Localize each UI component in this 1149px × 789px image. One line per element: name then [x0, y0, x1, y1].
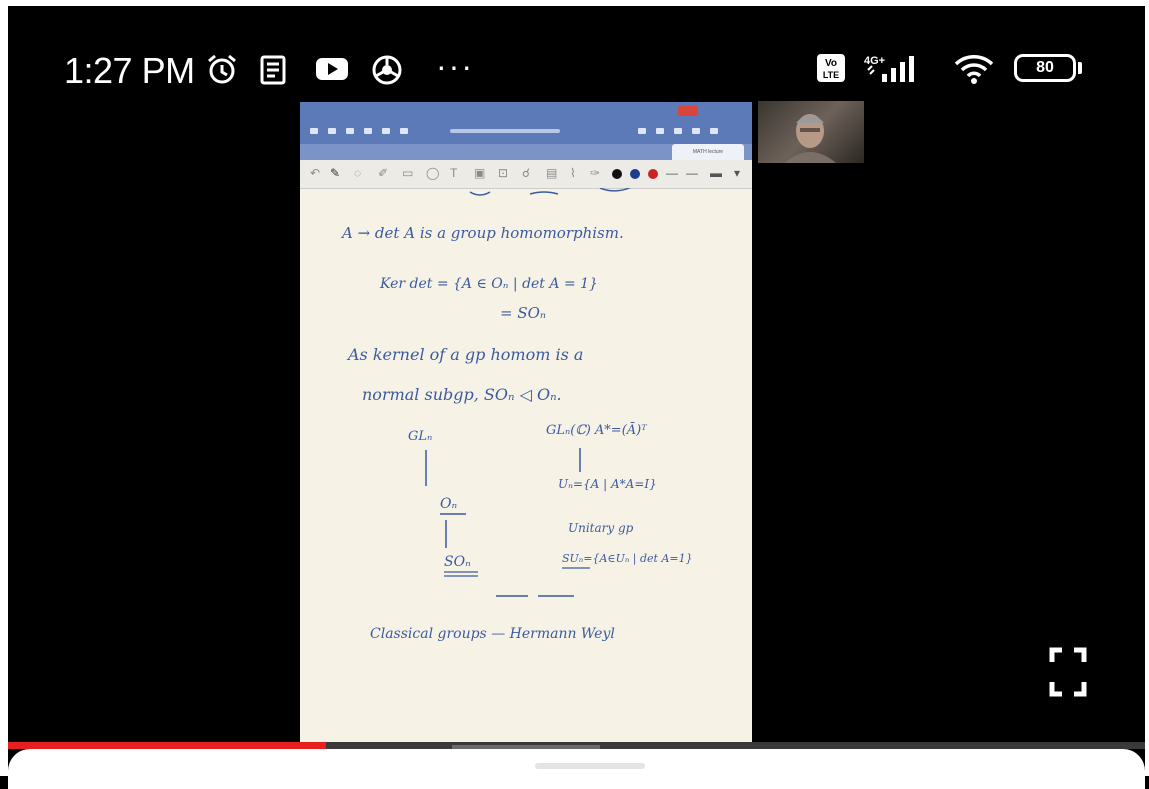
note-line-7: GLₙ(ℂ) A*=(Ā)ᵀ	[546, 422, 647, 438]
bottom-sheet[interactable]	[8, 749, 1145, 789]
eraser-icon: ▭	[402, 166, 414, 180]
alarm-icon	[204, 54, 240, 91]
laser-icon: ☌	[522, 166, 531, 180]
volte-icon: Vo LTE	[815, 52, 847, 89]
color-blue-swatch	[630, 169, 640, 179]
note-line-8: Oₙ	[440, 496, 457, 512]
note-line-11: SOₙ	[444, 554, 471, 570]
frame-edge-right	[1145, 0, 1149, 776]
svg-text:Vo: Vo	[825, 58, 837, 69]
shared-screen: MATH lecture ↶ ✎ ◌ ✐ ▭ ◯ T ▣ ⊡ ☌ ▤ ⌇ ✑ —…	[300, 102, 752, 745]
undo-icon: ↶	[310, 166, 321, 180]
stroke-thick-icon: ▬	[710, 166, 722, 180]
battery-indicator: 80	[1014, 54, 1076, 82]
wifi-icon	[952, 52, 996, 91]
clock: 1:27 PM	[64, 50, 195, 91]
cellular-signal-icon: 4G+	[862, 52, 932, 91]
note-line-6: GLₙ	[408, 429, 432, 444]
frame-edge-left	[0, 0, 8, 776]
more-notifications-icon: ···	[436, 48, 474, 84]
note-line-2: Ker det = {A ∈ Oₙ | det A = 1}	[379, 276, 598, 292]
note-line-5: normal subgp, SOₙ ◁ Oₙ.	[362, 385, 562, 404]
note-line-12: SUₙ={A∈Uₙ | det A=1}	[562, 552, 693, 566]
lasso-icon: ◌	[354, 166, 362, 180]
progress-played	[8, 742, 327, 749]
note-line-1: A → det A is a group homomorphism.	[340, 224, 624, 242]
note-line-9: Uₙ={A | A*A=I}	[558, 477, 657, 491]
recording-indicator	[678, 106, 698, 116]
chevron-down-icon: ▾	[734, 166, 741, 180]
frame-edge-top	[0, 0, 1149, 6]
color-black-swatch	[612, 169, 622, 179]
svg-text:4G+: 4G+	[864, 55, 885, 67]
color-red-swatch	[648, 169, 658, 179]
shape-icon: ◯	[426, 166, 440, 180]
notes-icon	[258, 54, 288, 91]
battery-tip	[1078, 62, 1082, 74]
stroke-medium-icon: ―	[686, 166, 698, 180]
chrome-icon	[370, 54, 404, 91]
note-line-3: = SOₙ	[500, 304, 546, 322]
pen-toolbar: ↶ ✎ ◌ ✐ ▭ ◯ T ▣ ⊡ ☌ ▤ ⌇ ✑ — ― ▬ ▾	[300, 160, 752, 189]
svg-text:LTE: LTE	[823, 70, 839, 80]
youtube-icon	[314, 54, 350, 89]
fullscreen-icon[interactable]	[1046, 644, 1090, 700]
stroke-thin-icon: —	[666, 166, 678, 180]
image-icon: ▣	[474, 166, 486, 180]
note-line-13: Classical groups — Hermann Weyl	[370, 626, 615, 642]
ruler-icon: ⊡	[498, 166, 509, 180]
webcam-thumbnail[interactable]	[758, 101, 864, 163]
pen-icon: ✎	[330, 166, 341, 180]
link-icon: ⌇	[570, 166, 576, 180]
status-bar: 1:27 PM ··· Vo LTE 4G+ 80	[0, 40, 1149, 100]
sheet-drag-handle[interactable]	[535, 763, 645, 769]
pen-tool-icon: ✑	[590, 166, 601, 180]
sticker-icon: ▤	[546, 166, 558, 180]
text-icon: T	[450, 166, 458, 180]
note-line-10: Unitary gp	[568, 521, 634, 535]
notes-tab-active: MATH lecture	[672, 144, 744, 160]
handwritten-notes: A → det A is a group homomorphism. Ker d…	[340, 188, 693, 642]
note-line-4: As kernel of a gp homom is a	[346, 345, 583, 364]
highlighter-icon: ✐	[378, 166, 389, 180]
